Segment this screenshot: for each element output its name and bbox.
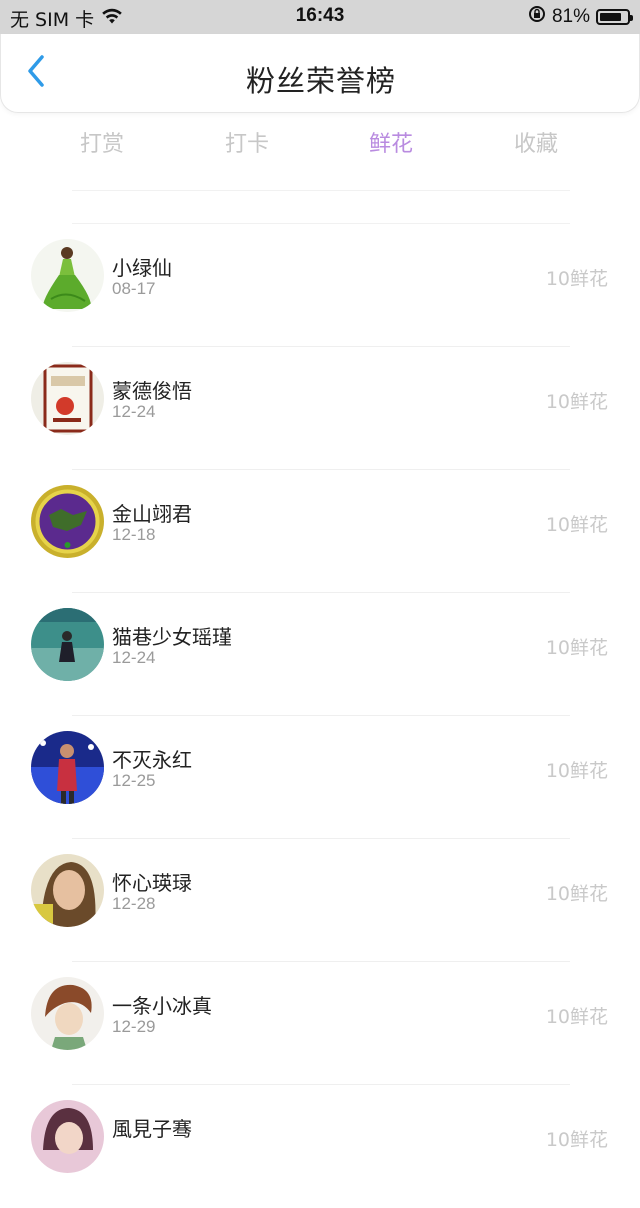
gift-amount: 10鲜花 [545, 1129, 608, 1151]
gift-amount: 10鲜花 [545, 268, 608, 290]
tab-reward[interactable]: 打赏 [42, 126, 162, 158]
fan-date: 08-17 [112, 279, 156, 298]
avatar [31, 977, 104, 1050]
tab-divider [72, 190, 570, 191]
fan-date: 12-28 [112, 894, 156, 913]
battery-icon [596, 9, 633, 25]
list-item[interactable]: 猫巷少女瑶瑾 12-24 10鲜花 [0, 593, 640, 716]
avatar [31, 239, 104, 312]
list-item[interactable]: 怀心瑛琭 12-28 10鲜花 [0, 839, 640, 962]
list-item[interactable]: 小绿仙 08-17 10鲜花 [0, 224, 640, 347]
avatar [31, 854, 104, 927]
fan-date: 12-25 [112, 771, 156, 790]
list-item[interactable]: 風見子骞 10鲜花 [0, 1085, 640, 1208]
gift-amount: 10鲜花 [545, 391, 608, 413]
list-item[interactable]: 不灭永红 12-25 10鲜花 [0, 716, 640, 839]
gift-amount: 10鲜花 [545, 760, 608, 782]
fan-date: 12-18 [112, 525, 156, 544]
fan-date: 12-29 [112, 1017, 156, 1036]
status-right: 81% [528, 5, 633, 29]
battery-level [600, 13, 621, 21]
avatar [31, 362, 104, 435]
tab-bar: 打赏 打卡 鲜花 收藏 [0, 118, 640, 168]
nav-bar: 粉丝荣誉榜 [0, 34, 640, 113]
fan-name: 不灭永红 [112, 748, 192, 772]
battery-percent: 81% [551, 6, 590, 27]
fan-name: 蒙德俊悟 [112, 379, 192, 403]
list-item[interactable]: 金山翊君 12-18 10鲜花 [0, 470, 640, 593]
fan-name: 小绿仙 [112, 256, 172, 280]
tab-checkin[interactable]: 打卡 [187, 126, 307, 158]
gift-amount: 10鲜花 [545, 1006, 608, 1028]
orientation-lock-icon [528, 5, 546, 29]
fan-name: 猫巷少女瑶瑾 [112, 625, 232, 649]
gift-amount: 10鲜花 [545, 883, 608, 905]
tab-favorites[interactable]: 收藏 [476, 126, 596, 158]
list-item[interactable]: 一条小冰真 12-29 10鲜花 [0, 962, 640, 1085]
status-bar: 无 SIM 卡 16:43 81% [0, 0, 640, 34]
fan-name: 怀心瑛琭 [112, 871, 192, 895]
page-title: 粉丝荣誉榜 [245, 64, 396, 98]
avatar [31, 1100, 104, 1173]
gift-amount: 10鲜花 [545, 514, 608, 536]
fan-date: 12-24 [112, 402, 156, 421]
avatar [31, 485, 104, 558]
fan-date: 12-24 [112, 648, 156, 667]
list-item[interactable]: 蒙德俊悟 12-24 10鲜花 [0, 347, 640, 470]
avatar [31, 731, 104, 804]
gift-amount: 10鲜花 [545, 637, 608, 659]
fan-name: 一条小冰真 [112, 994, 212, 1018]
avatar [31, 608, 104, 681]
fan-name: 金山翊君 [112, 502, 192, 526]
tab-flowers[interactable]: 鲜花 [331, 126, 451, 158]
